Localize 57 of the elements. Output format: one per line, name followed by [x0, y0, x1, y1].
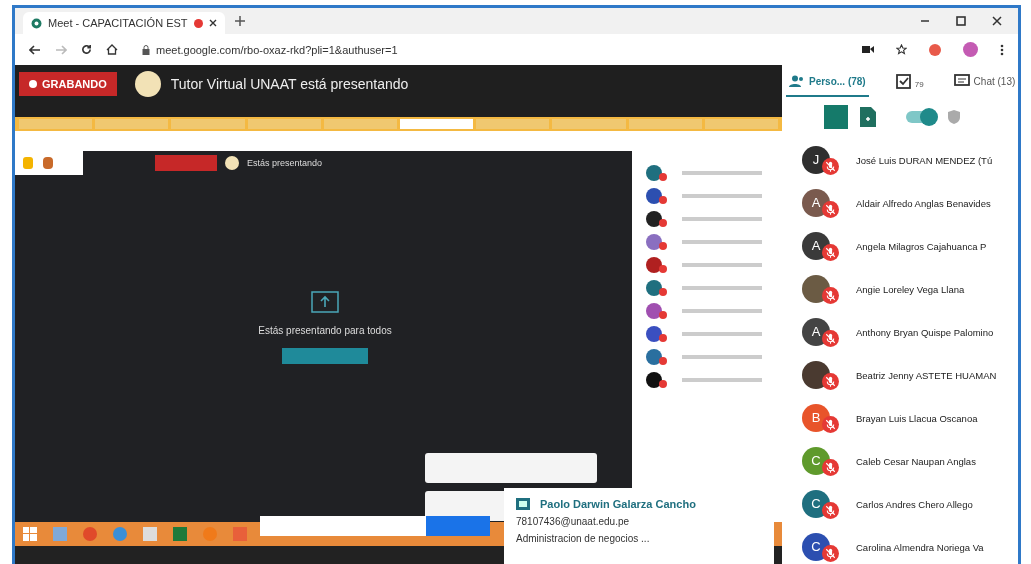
more-options-icon[interactable] — [1000, 43, 1004, 56]
profile-avatar[interactable] — [963, 42, 978, 57]
new-tab-icon[interactable] — [234, 16, 245, 26]
contact-email: 78107436@unaat.edu.pe — [516, 516, 631, 527]
participant-name: Brayan Luis Llacua Oscanoa — [856, 413, 978, 424]
panel-tab[interactable]: Perso... (78) — [786, 67, 869, 97]
chat-icon — [953, 74, 970, 88]
present-screen-icon — [311, 291, 339, 313]
participant-name: Beatriz Jenny ASTETE HUAMAN — [856, 370, 997, 381]
panel-tab[interactable]: 79 — [892, 65, 927, 99]
participant-row[interactable]: Angie Loreley Vega Llana — [782, 268, 1018, 311]
participant-name: José Luis DURAN MENDEZ (Tú — [856, 155, 993, 166]
participant-row[interactable]: C Caleb Cesar Naupan Anglas — [782, 440, 1018, 483]
checklist-icon — [895, 73, 911, 89]
presenter-avatar — [225, 156, 239, 170]
participant-row[interactable]: C Carlos Andres Chero Allego — [782, 483, 1018, 526]
panel-tab[interactable]: Chat (13) — [950, 66, 1018, 98]
document-icon[interactable] — [860, 107, 876, 127]
participant-name: Angie Loreley Vega Llana — [856, 284, 965, 295]
participant-row[interactable]: Beatriz Jenny ASTETE HUAMAN — [782, 354, 1018, 397]
tab-title: Meet - CAPACITACIÓN EST — [48, 17, 188, 29]
presenting-message: Estás presentando para todos — [258, 325, 392, 336]
participant-row[interactable]: A Aldair Alfredo Anglas Benavides — [782, 182, 1018, 225]
close-icon[interactable] — [208, 19, 217, 27]
reaction-bar — [15, 151, 83, 175]
lock-icon[interactable] — [142, 44, 150, 55]
participant-name: Angela Milagros Cajahuanca P — [856, 241, 987, 252]
home-icon[interactable] — [106, 44, 118, 55]
participant-row[interactable]: B Brayan Luis Llacua Oscanoa — [782, 397, 1018, 440]
participant-name: Anthony Bryan Quispe Palomino — [856, 327, 994, 338]
contact-detail: Administracion de negocios ... — [516, 533, 651, 544]
close-icon[interactable] — [992, 16, 1002, 26]
maximize-icon[interactable] — [956, 16, 966, 26]
presenter-text: Tutor Virtual UNAAT está presentando — [170, 76, 409, 92]
recording-badge: GRABANDO — [19, 72, 117, 96]
shield-icon[interactable] — [948, 110, 960, 124]
presenter-avatar — [134, 71, 161, 97]
people-icon — [789, 75, 805, 87]
toggle-switch[interactable] — [906, 111, 936, 123]
video-camera-icon[interactable] — [862, 45, 874, 54]
participant-name: Carlos Andres Chero Allego — [856, 499, 973, 510]
url-text[interactable]: meet.google.com/rbo-oxaz-rkd?pli=1&authuser=1 — [156, 43, 398, 56]
star-icon[interactable] — [896, 44, 907, 55]
participant-row[interactable]: A Angela Milagros Cajahuanca P — [782, 225, 1018, 268]
participant-row[interactable]: J José Luis DURAN MENDEZ (Tú — [782, 139, 1018, 182]
browser-tab[interactable]: Meet - CAPACITACIÓN EST — [23, 12, 225, 34]
contact-name: Paolo Darwin Galarza Cancho — [540, 498, 696, 510]
reload-icon[interactable] — [81, 44, 92, 55]
participant-name: Carolina Almendra Noriega Va — [856, 542, 984, 553]
participant-row[interactable]: C Carolina Almendra Noriega Va — [782, 526, 1018, 564]
presenting-label: Estás presentando — [247, 158, 323, 168]
back-icon[interactable] — [29, 44, 41, 55]
participant-row[interactable]: A Anthony Bryan Quispe Palomino — [782, 311, 1018, 354]
windows-start-icon[interactable] — [23, 527, 37, 541]
participant-name: Caleb Cesar Naupan Anglas — [856, 456, 976, 467]
inner-recording-badge — [155, 155, 217, 171]
participant-name: Aldair Alfredo Anglas Benavides — [856, 198, 991, 209]
